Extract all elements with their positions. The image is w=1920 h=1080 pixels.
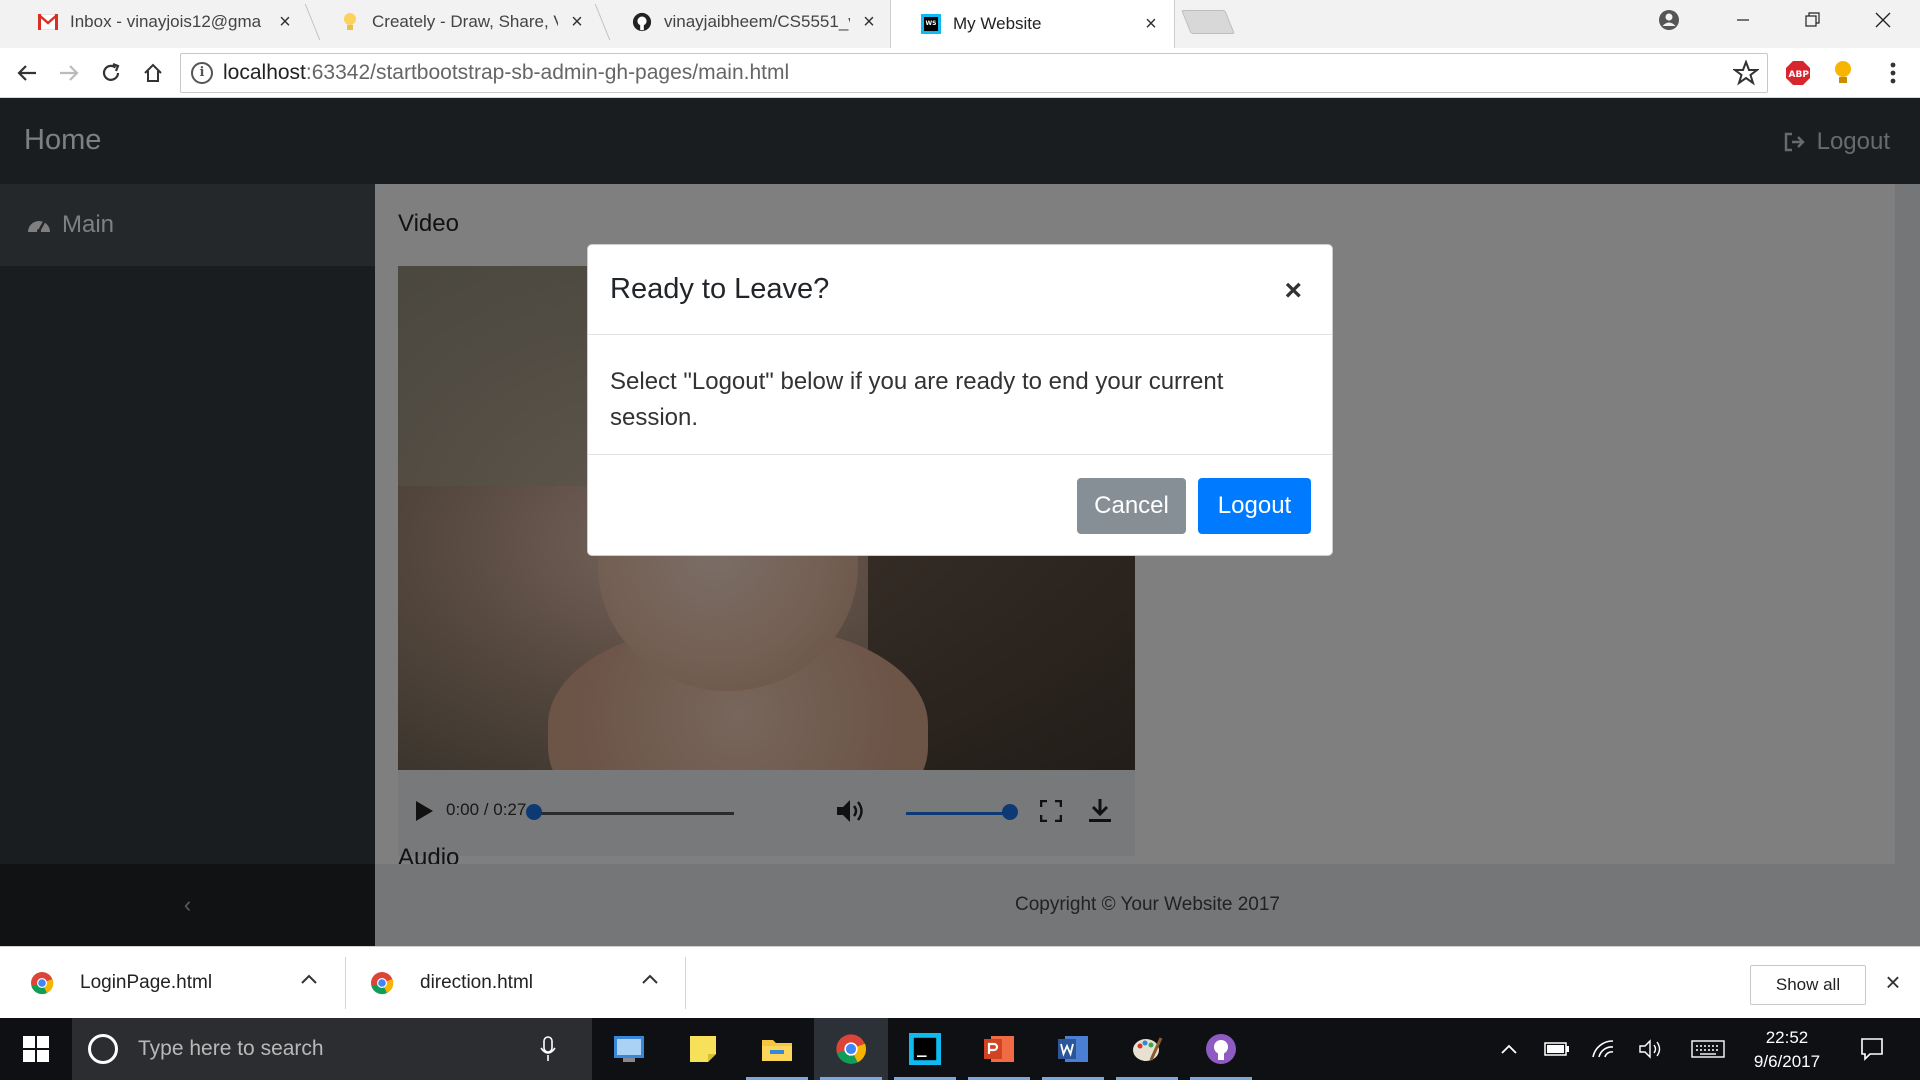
webstorm-icon: WS xyxy=(921,14,941,34)
restore-button[interactable] xyxy=(1784,0,1842,40)
download-separator xyxy=(345,957,346,1009)
tab-title: My Website xyxy=(953,14,1042,33)
chevron-up-icon[interactable] xyxy=(300,973,318,985)
close-icon[interactable]: × xyxy=(1142,14,1160,34)
taskbar-paint-icon[interactable] xyxy=(1110,1018,1184,1080)
tab-title: Inbox - vinayjois12@gma xyxy=(70,12,262,31)
svg-text:WS: WS xyxy=(926,20,937,27)
github-icon xyxy=(632,12,652,32)
close-icon[interactable]: × xyxy=(860,12,878,32)
logout-button[interactable]: Logout xyxy=(1198,478,1311,534)
battery-icon[interactable] xyxy=(1540,1018,1574,1080)
home-icon[interactable] xyxy=(136,56,170,90)
svg-text:ABP: ABP xyxy=(1789,70,1810,80)
download-item[interactable]: direction.html xyxy=(370,947,670,1019)
cortana-icon xyxy=(88,1034,118,1064)
logout-modal: Ready to Leave? × Select "Logout" below … xyxy=(587,244,1333,556)
download-separator xyxy=(685,957,686,1009)
search-placeholder: Type here to search xyxy=(138,1037,324,1060)
close-icon[interactable]: × xyxy=(568,12,586,32)
download-filename: direction.html xyxy=(420,972,533,993)
chrome-file-icon xyxy=(31,972,54,995)
wifi-icon[interactable] xyxy=(1586,1018,1620,1080)
tab-github[interactable]: vinayjaibheem/CS5551_v × xyxy=(602,0,892,44)
taskbar-chrome-icon[interactable] xyxy=(814,1018,888,1080)
shelf-close-icon[interactable]: × xyxy=(1880,969,1906,995)
minimize-button[interactable] xyxy=(1714,0,1772,40)
taskbar-webstorm-icon[interactable] xyxy=(888,1018,962,1080)
tab-creately[interactable]: Creately - Draw, Share, V × xyxy=(310,0,600,44)
lightbulb-extension-icon[interactable] xyxy=(1830,60,1856,86)
windows-taskbar: Type here to search 22:52 9/6/2017 xyxy=(0,1018,1920,1080)
notification-center-icon[interactable] xyxy=(1852,1018,1892,1080)
profile-icon[interactable] xyxy=(1640,0,1698,40)
address-bar[interactable]: i localhost:63342/startbootstrap-sb-admi… xyxy=(180,53,1768,93)
chrome-file-icon xyxy=(371,972,394,995)
web-page: Home Logout Main Video 0:00 / 0:27 xyxy=(0,98,1920,946)
windows-start-icon[interactable] xyxy=(0,1018,72,1080)
window-close-button[interactable] xyxy=(1854,0,1912,40)
taskbar-sticky-notes-icon[interactable] xyxy=(666,1018,740,1080)
tray-overflow-chevron-icon[interactable] xyxy=(1494,1018,1524,1080)
clock-time: 22:52 xyxy=(1765,1028,1809,1047)
info-icon[interactable]: i xyxy=(191,62,213,84)
cancel-button[interactable]: Cancel xyxy=(1077,478,1186,534)
modal-title: Ready to Leave? xyxy=(610,273,830,305)
url-host: localhost xyxy=(223,61,306,84)
tab-my-website[interactable]: WS My Website × xyxy=(890,0,1175,48)
url-path: :63342/startbootstrap-sb-admin-gh-pages/… xyxy=(305,61,790,84)
modal-header: Ready to Leave? × xyxy=(588,245,1332,335)
tab-title: Creately - Draw, Share, V xyxy=(372,12,558,31)
taskbar-control-panel-icon[interactable] xyxy=(592,1018,666,1080)
modal-close-button[interactable]: × xyxy=(1284,276,1302,306)
creately-bulb-icon xyxy=(340,12,360,32)
modal-footer: Cancel Logout xyxy=(588,456,1332,555)
modal-body: Select "Logout" below if you are ready t… xyxy=(588,336,1332,455)
download-filename: LoginPage.html xyxy=(80,972,213,993)
adblock-plus-icon[interactable]: ABP xyxy=(1785,60,1811,86)
taskbar-github-desktop-icon[interactable] xyxy=(1184,1018,1258,1080)
taskbar-search-input[interactable]: Type here to search xyxy=(72,1018,592,1080)
gmail-icon xyxy=(38,12,58,32)
microphone-icon[interactable] xyxy=(540,1036,556,1068)
browser-tab-strip: Inbox - vinayjois12@gma × Creately - Dra… xyxy=(0,0,1920,48)
tab-title: vinayjaibheem/CS5551_v xyxy=(664,12,850,31)
keyboard-icon[interactable] xyxy=(1686,1018,1730,1080)
taskbar-file-explorer-icon[interactable] xyxy=(740,1018,814,1080)
back-arrow-icon[interactable] xyxy=(10,56,44,90)
reload-icon[interactable] xyxy=(94,56,128,90)
close-icon[interactable]: × xyxy=(276,12,294,32)
taskbar-clock[interactable]: 22:52 9/6/2017 xyxy=(1748,1026,1826,1074)
bookmark-star-icon[interactable] xyxy=(1732,59,1760,92)
taskbar-word-icon[interactable] xyxy=(1036,1018,1110,1080)
show-all-button[interactable]: Show all xyxy=(1750,965,1866,1005)
chevron-up-icon[interactable] xyxy=(641,973,659,985)
downloads-shelf: LoginPage.html direction.html Show all × xyxy=(0,946,1920,1018)
menu-dots-icon[interactable] xyxy=(1880,60,1906,86)
tab-gmail[interactable]: Inbox - vinayjois12@gma × xyxy=(8,0,308,44)
clock-date: 9/6/2017 xyxy=(1753,1052,1821,1071)
forward-arrow-icon[interactable] xyxy=(52,56,86,90)
download-item[interactable]: LoginPage.html xyxy=(30,947,330,1019)
browser-toolbar: i localhost:63342/startbootstrap-sb-admi… xyxy=(0,48,1920,98)
speaker-icon[interactable] xyxy=(1634,1018,1668,1080)
taskbar-powerpoint-icon[interactable] xyxy=(962,1018,1036,1080)
new-tab-button[interactable] xyxy=(1181,10,1235,34)
